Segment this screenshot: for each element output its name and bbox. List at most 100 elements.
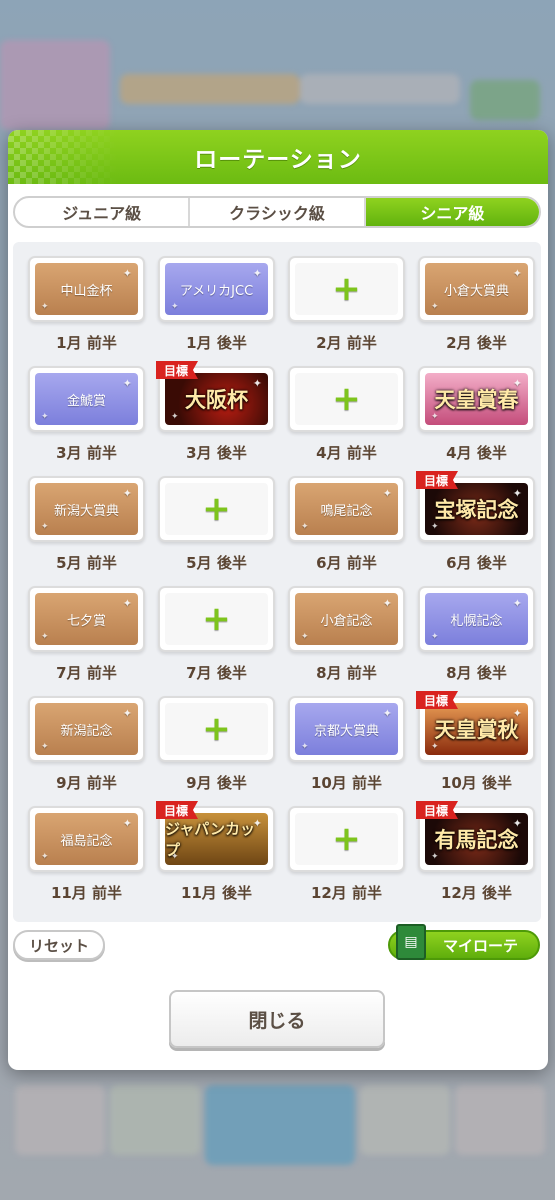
- my-rotation-button[interactable]: ▤ マイローテ: [388, 924, 540, 960]
- race-banner: +: [295, 813, 398, 865]
- race-name: 小倉大賞典: [443, 283, 509, 299]
- race-period-label: 10月 後半: [440, 774, 513, 792]
- sparkle-icon: ✦: [122, 267, 132, 280]
- race-name: 有馬記念: [434, 827, 519, 852]
- empty-race-slot-button[interactable]: +: [158, 586, 275, 652]
- empty-race-slot-button[interactable]: +: [288, 256, 405, 322]
- reset-button[interactable]: リセット: [13, 930, 105, 960]
- race-name: 福島記念: [60, 833, 113, 849]
- sparkle-icon: ✦: [41, 412, 49, 422]
- race-schedule-grid: 中山金杯 ✦ ✦ 1月 前半 アメリカJCC ✦ ✦ 1月 後半 +2月 前半 小倉大賞典 ✦ ✦ 2月…: [13, 242, 541, 922]
- race-banner: 天皇賞春 ✦ ✦: [425, 373, 528, 425]
- race-slot: 天皇賞秋 ✦ ✦ 目標 10月 後半: [416, 691, 535, 806]
- sparkle-icon: ✦: [512, 487, 522, 500]
- race-period-label: 4月 後半: [446, 444, 507, 462]
- race-card[interactable]: アメリカJCC ✦ ✦: [158, 256, 275, 322]
- race-slot: 新潟大賞典 ✦ ✦ 5月 前半: [28, 476, 145, 586]
- sparkle-icon: ✦: [122, 487, 132, 500]
- race-period-label: 5月 前半: [56, 554, 117, 572]
- race-name: 新潟大賞典: [53, 503, 119, 519]
- sparkle-icon: ✦: [122, 377, 132, 390]
- sparkle-icon: ✦: [512, 817, 522, 830]
- sparkle-icon: ✦: [301, 742, 309, 752]
- race-card[interactable]: 札幌記念 ✦ ✦: [418, 586, 535, 652]
- race-card[interactable]: 鳴尾記念 ✦ ✦: [288, 476, 405, 542]
- race-banner: 大阪杯 ✦ ✦: [165, 373, 268, 425]
- sparkle-icon: ✦: [431, 522, 439, 532]
- race-period-label: 12月 後半: [440, 884, 513, 902]
- sparkle-icon: ✦: [382, 487, 392, 500]
- race-slot: +4月 前半: [288, 366, 405, 476]
- race-banner: +: [165, 703, 268, 755]
- plus-icon: +: [202, 709, 231, 749]
- race-card[interactable]: 新潟記念 ✦ ✦: [28, 696, 145, 762]
- race-card[interactable]: 小倉大賞典 ✦ ✦: [418, 256, 535, 322]
- race-period-label: 1月 後半: [186, 334, 247, 352]
- race-period-label: 8月 後半: [446, 664, 507, 682]
- header-pattern: [8, 130, 118, 184]
- race-banner: 七夕賞 ✦ ✦: [35, 593, 138, 645]
- race-slot: 天皇賞春 ✦ ✦ 4月 後半: [418, 366, 535, 476]
- race-period-label: 12月 前半: [310, 884, 383, 902]
- race-card[interactable]: 中山金杯 ✦ ✦: [28, 256, 145, 322]
- race-banner: +: [295, 373, 398, 425]
- race-slot: 京都大賞典 ✦ ✦ 10月 前半: [288, 696, 405, 806]
- plus-icon: +: [332, 379, 361, 419]
- race-name: アメリカJCC: [179, 283, 254, 299]
- race-period-label: 2月 後半: [446, 334, 507, 352]
- race-card[interactable]: ジャパンカップ ✦ ✦ 目標: [156, 801, 275, 872]
- race-banner: ジャパンカップ ✦ ✦: [165, 813, 268, 865]
- plus-icon: +: [332, 269, 361, 309]
- race-slot: 福島記念 ✦ ✦ 11月 前半: [28, 806, 145, 916]
- race-card[interactable]: 七夕賞 ✦ ✦: [28, 586, 145, 652]
- race-card[interactable]: 新潟大賞典 ✦ ✦: [28, 476, 145, 542]
- race-card[interactable]: 天皇賞春 ✦ ✦: [418, 366, 535, 432]
- race-banner: 小倉大賞典 ✦ ✦: [425, 263, 528, 315]
- race-slot: 小倉大賞典 ✦ ✦ 2月 後半: [418, 256, 535, 366]
- sparkle-icon: ✦: [122, 597, 132, 610]
- race-slot: 新潟記念 ✦ ✦ 9月 前半: [28, 696, 145, 806]
- race-name: 大阪杯: [185, 387, 248, 412]
- empty-race-slot-button[interactable]: +: [288, 806, 405, 872]
- empty-race-slot-button[interactable]: +: [288, 366, 405, 432]
- race-banner: +: [165, 593, 268, 645]
- sparkle-icon: ✦: [431, 302, 439, 312]
- race-card[interactable]: 天皇賞秋 ✦ ✦ 目標: [416, 691, 535, 762]
- race-banner: アメリカJCC ✦ ✦: [165, 263, 268, 315]
- race-banner: 札幌記念 ✦ ✦: [425, 593, 528, 645]
- goal-badge: 目標: [156, 361, 199, 379]
- tab-senior[interactable]: シニア級: [365, 198, 539, 226]
- sparkle-icon: ✦: [252, 267, 262, 280]
- race-slot: +7月 後半: [158, 586, 275, 696]
- race-banner: 中山金杯 ✦ ✦: [35, 263, 138, 315]
- race-card[interactable]: 宝塚記念 ✦ ✦ 目標: [416, 471, 535, 542]
- tab-junior[interactable]: ジュニア級: [15, 198, 191, 226]
- race-period-label: 3月 前半: [56, 444, 117, 462]
- plus-icon: +: [202, 489, 231, 529]
- empty-race-slot-button[interactable]: +: [158, 696, 275, 762]
- sparkle-icon: ✦: [41, 302, 49, 312]
- sparkle-icon: ✦: [41, 632, 49, 642]
- empty-race-slot-button[interactable]: +: [158, 476, 275, 542]
- race-banner: 新潟記念 ✦ ✦: [35, 703, 138, 755]
- close-button[interactable]: 閉じる: [169, 990, 385, 1048]
- race-card[interactable]: 福島記念 ✦ ✦: [28, 806, 145, 872]
- race-banner: 宝塚記念 ✦ ✦: [425, 483, 528, 535]
- race-period-label: 10月 前半: [310, 774, 383, 792]
- race-name: 札幌記念: [450, 613, 503, 629]
- race-banner: 新潟大賞典 ✦ ✦: [35, 483, 138, 535]
- race-period-label: 11月 後半: [180, 884, 253, 902]
- race-banner: 福島記念 ✦ ✦: [35, 813, 138, 865]
- sparkle-icon: ✦: [41, 742, 49, 752]
- race-card[interactable]: 小倉記念 ✦ ✦: [288, 586, 405, 652]
- race-card[interactable]: 有馬記念 ✦ ✦ 目標: [416, 801, 535, 872]
- race-name: 金鯱賞: [66, 393, 106, 409]
- race-card[interactable]: 京都大賞典 ✦ ✦: [288, 696, 405, 762]
- race-card[interactable]: 大阪杯 ✦ ✦ 目標: [156, 361, 275, 432]
- tab-classic[interactable]: クラシック級: [190, 198, 366, 226]
- race-banner: 鳴尾記念 ✦ ✦: [295, 483, 398, 535]
- rotation-dialog: ローテーション ジュニア級 クラシック級 シニア級 中山金杯 ✦ ✦ 1月 前半 アメリ…: [8, 130, 548, 1070]
- goal-badge: 目標: [156, 801, 199, 819]
- race-period-label: 11月 前半: [50, 884, 123, 902]
- race-card[interactable]: 金鯱賞 ✦ ✦: [28, 366, 145, 432]
